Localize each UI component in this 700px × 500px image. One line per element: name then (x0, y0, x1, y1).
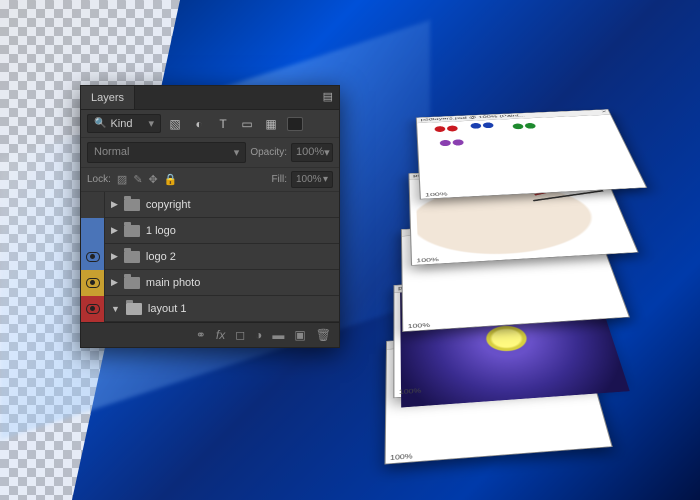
panel-bottom-bar: ⚭ fx ◻ ◑ ▬ ▣ 🗑 (81, 322, 339, 347)
filter-smart-icon[interactable]: ▦ (261, 115, 281, 133)
filter-pixel-icon[interactable]: ▧ (165, 115, 185, 133)
layer-stack-illustration: 100% psdlayers.psd @ 1007... 100% 100% p… (366, 40, 646, 440)
filter-row: 🔍 Kind ▾ ▧ ◐ T ▭ ▦ (81, 110, 339, 138)
layer-row[interactable]: ▶ 1 logo (81, 218, 339, 244)
folder-open-icon (126, 303, 142, 315)
opacity-value: 100% (296, 146, 324, 159)
chevron-down-icon: ▾ (323, 174, 328, 185)
layer-row[interactable]: ▶ logo 2 (81, 244, 339, 270)
layer-mask-icon[interactable]: ◻ (235, 328, 245, 342)
filter-shape-icon[interactable]: ▭ (237, 115, 257, 133)
layer-name: 1 logo (146, 225, 176, 237)
card-zoom: 100% (390, 453, 413, 462)
layer-name: main photo (146, 277, 200, 289)
card-zoom: 100% (408, 322, 431, 329)
lock-pixels-icon[interactable]: ✎ (133, 173, 142, 186)
folder-icon (124, 199, 140, 211)
layer-row[interactable]: ▼ layout 1 (81, 296, 339, 322)
visibility-toggle[interactable] (81, 218, 105, 244)
visibility-toggle[interactable] (81, 244, 105, 270)
panel-tabbar: Layers ▤ (81, 86, 339, 110)
expand-icon[interactable]: ▶ (111, 277, 118, 288)
collapse-icon[interactable]: ▼ (111, 304, 120, 314)
layer-name: logo 2 (146, 251, 176, 263)
filter-type-icon[interactable]: T (213, 115, 233, 133)
blend-mode-value: Normal (94, 146, 129, 159)
chevron-updown-icon: ▾ (234, 146, 240, 159)
tab-layers[interactable]: Layers (81, 86, 135, 109)
eye-icon (86, 252, 100, 262)
panel-menu-icon[interactable]: ▤ (317, 86, 339, 109)
fill-field[interactable]: 100% ▾ (291, 171, 333, 188)
link-layers-icon[interactable]: ⚭ (196, 328, 206, 342)
lock-label: Lock: (87, 174, 111, 185)
expand-icon[interactable]: ▶ (111, 251, 118, 262)
bow-icon (512, 123, 536, 130)
folder-icon (124, 251, 140, 263)
layer-row[interactable]: ▶ main photo (81, 270, 339, 296)
layers-panel: Layers ▤ 🔍 Kind ▾ ▧ ◐ T ▭ ▦ Normal ▾ Opa… (80, 85, 340, 348)
search-icon: 🔍 (94, 118, 106, 129)
new-layer-icon[interactable]: ▣ (294, 328, 305, 342)
filter-adjust-icon[interactable]: ◐ (189, 115, 209, 133)
visibility-toggle[interactable] (81, 270, 105, 296)
folder-icon (124, 277, 140, 289)
lock-position-icon[interactable]: ✥ (149, 173, 158, 186)
layer-row[interactable]: ▶ copyright (81, 192, 339, 218)
eye-icon (86, 278, 100, 288)
delete-layer-icon[interactable]: 🗑 (316, 328, 331, 342)
fill-label: Fill: (271, 174, 287, 185)
filter-kind-select[interactable]: 🔍 Kind ▾ (87, 114, 161, 133)
chevron-down-icon: ▾ (324, 146, 330, 159)
lock-transparency-icon[interactable]: ▨ (117, 173, 127, 186)
visibility-toggle[interactable] (81, 296, 105, 322)
lock-all-icon[interactable]: 🔒 (164, 173, 178, 186)
filter-kind-label: Kind (110, 118, 132, 130)
visibility-toggle[interactable] (81, 192, 105, 218)
fill-value: 100% (296, 174, 322, 185)
bows-image (423, 115, 656, 207)
adjustment-layer-icon[interactable]: ◑ (255, 328, 262, 342)
blend-row: Normal ▾ Opacity: 100% ▾ (81, 138, 339, 168)
expand-icon[interactable]: ▶ (111, 199, 118, 210)
expand-icon[interactable]: ▶ (111, 225, 118, 236)
layer-name: layout 1 (148, 303, 187, 315)
bow-icon (434, 125, 458, 132)
layer-name: copyright (146, 199, 191, 211)
stack-card: psdlayers.psd @ 100% (Paint... 100% (416, 109, 647, 199)
new-group-icon[interactable]: ▬ (272, 328, 284, 342)
filter-toggle[interactable] (287, 117, 303, 131)
lock-row: Lock: ▨ ✎ ✥ 🔒 Fill: 100% ▾ (81, 168, 339, 192)
chevron-down-icon: ▾ (148, 117, 154, 130)
bow-icon (470, 122, 494, 129)
layer-style-icon[interactable]: fx (216, 328, 225, 342)
blend-mode-select[interactable]: Normal ▾ (87, 142, 246, 163)
eye-icon (86, 304, 100, 314)
folder-icon (124, 225, 140, 237)
bow-icon (440, 139, 464, 147)
opacity-label: Opacity: (250, 147, 287, 158)
opacity-field[interactable]: 100% ▾ (291, 143, 333, 162)
